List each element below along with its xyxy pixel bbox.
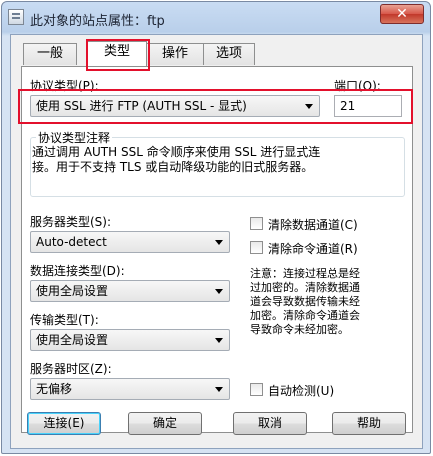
protocol-select[interactable]: 使用 SSL 进行 FTP (AUTH SSL - 显式) [30, 95, 320, 117]
transfer-type-value: 使用全局设置 [36, 333, 109, 347]
server-type-value: Auto-detect [36, 235, 107, 249]
data-connection-label: 数据连接类型(D): [30, 264, 125, 278]
title-bar: 此对象的站点属性：ftp ✕ [2, 2, 430, 34]
clear-command-channel-label: 清除命令通道(R) [268, 242, 358, 256]
security-note-line-4: 加密。清除命令通道会 [250, 309, 360, 322]
protocol-comment-line-2: 接。用于不支持 TLS 或自动降级功能的旧式服务器。 [32, 160, 314, 174]
timezone-select[interactable]: 无偏移 [30, 378, 230, 400]
server-type-select[interactable]: Auto-detect [30, 231, 230, 253]
chevron-down-icon [305, 104, 313, 109]
chevron-down-icon [215, 338, 223, 343]
tab-highlight-box [86, 39, 150, 71]
tab-actions[interactable]: 操作 [146, 43, 204, 65]
security-note-line-1: 注意：连接过程总是经 [250, 267, 360, 280]
chevron-down-icon [215, 289, 223, 294]
protocol-select-value: 使用 SSL 进行 FTP (AUTH SSL - 显式) [36, 99, 247, 113]
security-note-line-5: 导致命令未经加密。 [250, 323, 349, 336]
security-note-line-3: 道会导致数据传输未经 [250, 295, 360, 308]
tab-options[interactable]: 选项 [203, 43, 255, 65]
port-label: 端口(O): [334, 79, 381, 93]
clear-data-channel-checkbox[interactable] [250, 217, 263, 230]
data-connection-select[interactable]: 使用全局设置 [30, 280, 230, 302]
port-input[interactable]: 21 [334, 95, 402, 117]
type-tab-panel: 协议类型(P): 端口(O): 使用 SSL 进行 FTP (AUTH SSL … [18, 66, 413, 433]
chevron-down-icon [215, 387, 223, 392]
protocol-comment-title: 协议类型注释 [36, 129, 113, 146]
dialog-client-area: 一般 类型 操作 选项 协议类型(P): 端口(O): 使用 SSL 进行 FT… [10, 34, 423, 449]
close-button[interactable]: ✕ [380, 4, 424, 24]
server-type-label: 服务器类型(S): [30, 215, 112, 229]
timezone-value: 无偏移 [36, 382, 73, 396]
transfer-type-select[interactable]: 使用全局设置 [30, 329, 230, 351]
security-note-line-2: 过加密的。清除数据通 [250, 281, 360, 294]
data-connection-value: 使用全局设置 [36, 284, 109, 298]
protocol-label: 协议类型(P): [30, 79, 99, 93]
site-properties-dialog: 此对象的站点属性：ftp ✕ 一般 类型 操作 选项 协议类型(P): 端口(O… [1, 1, 431, 454]
auto-detect-label: 自动检测(U) [268, 384, 335, 398]
connect-button[interactable]: 连接(E) [27, 412, 101, 435]
timezone-label: 服务器时区(Z): [30, 362, 112, 376]
chevron-down-icon [215, 240, 223, 245]
window-icon [8, 9, 24, 25]
auto-detect-checkbox[interactable] [250, 383, 263, 396]
protocol-comment-line-1: 通过调用 AUTH SSL 命令顺序来使用 SSL 进行显式连 [32, 145, 321, 159]
help-button[interactable]: 帮助 [332, 412, 406, 435]
ok-button[interactable]: 确定 [128, 412, 202, 435]
tab-general[interactable]: 一般 [23, 43, 77, 65]
window-title: 此对象的站点属性：ftp [30, 14, 165, 29]
clear-data-channel-label: 清除数据通道(C) [268, 218, 358, 232]
clear-command-channel-checkbox[interactable] [250, 241, 263, 254]
transfer-type-label: 传输类型(T): [30, 313, 99, 327]
cancel-button[interactable]: 取消 [233, 412, 307, 435]
